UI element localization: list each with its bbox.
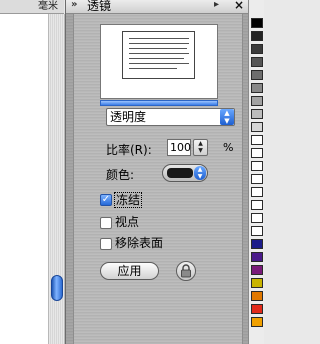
collapse-arrows-icon[interactable]: » (71, 0, 77, 10)
palette-swatch[interactable] (251, 265, 263, 275)
palette-swatch[interactable] (251, 304, 263, 314)
chevron-updown-icon[interactable]: ▲ ▼ (194, 166, 206, 180)
viewpoint-label[interactable]: 视点 (115, 215, 139, 229)
palette-swatch[interactable] (251, 317, 263, 327)
scrollbar-thumb[interactable] (51, 275, 63, 301)
palette-swatch[interactable] (251, 44, 263, 54)
preview-page-icon (122, 31, 195, 79)
palette-swatch[interactable] (251, 135, 263, 145)
docker-body: 透明度 ▲ ▼ 比率(R): 100 ▲ ▼ % 颜色: ▲ ▼ ✓ 冻结 视点 移除… (73, 14, 243, 344)
palette-swatch[interactable] (251, 213, 263, 223)
palette-swatch[interactable] (251, 148, 263, 158)
apply-button[interactable]: 应用 (100, 262, 159, 280)
viewpoint-checkbox[interactable] (100, 217, 112, 229)
palette-swatch[interactable] (251, 239, 263, 249)
palette-swatch[interactable] (251, 18, 263, 28)
palette-swatch[interactable] (251, 70, 263, 80)
remove-face-checkbox[interactable] (100, 238, 112, 250)
color-picker[interactable]: ▲ ▼ (162, 164, 208, 182)
docker-menu-icon[interactable]: ▸ (214, 0, 219, 10)
palette-swatch[interactable] (251, 200, 263, 210)
chevron-updown-icon[interactable]: ▲ ▼ (220, 109, 234, 125)
palette-swatch[interactable] (251, 174, 263, 184)
palette-swatch[interactable] (251, 31, 263, 41)
palette-swatch[interactable] (251, 96, 263, 106)
palette-swatch[interactable] (251, 291, 263, 301)
lens-preview (100, 24, 218, 99)
remove-face-label[interactable]: 移除表面 (115, 236, 163, 250)
freeze-checkbox[interactable]: ✓ (100, 194, 112, 206)
freeze-label[interactable]: 冻结 (114, 192, 143, 208)
vertical-scrollbar[interactable] (48, 14, 65, 344)
palette-swatch[interactable] (251, 57, 263, 67)
palette-swatch[interactable] (251, 83, 263, 93)
lock-icon (181, 264, 191, 278)
preview-selection-bar (100, 100, 218, 106)
palette-swatch[interactable] (251, 109, 263, 119)
palette-swatch[interactable] (251, 122, 263, 132)
color-swatch (167, 168, 193, 178)
lens-type-select[interactable]: 透明度 ▲ ▼ (106, 108, 235, 126)
lock-button[interactable] (176, 261, 196, 281)
lens-docker: » 透镜 ▸ × 透明度 ▲ ▼ 比率(R): 100 ▲ ▼ % 颜色: ▲ … (65, 0, 249, 344)
ratio-stepper[interactable]: ▲ ▼ (193, 139, 208, 156)
ratio-label: 比率(R): (106, 143, 152, 157)
lens-type-value: 透明度 (110, 110, 147, 124)
docker-titlebar[interactable]: » 透镜 ▸ × (66, 0, 249, 14)
percent-sign: % (223, 141, 234, 154)
document-canvas[interactable] (0, 0, 48, 344)
ratio-field[interactable]: 100 (167, 139, 191, 156)
palette-swatch[interactable] (251, 187, 263, 197)
ratio-value: 100 (170, 141, 191, 154)
ruler-unit-label: 毫米 (38, 1, 58, 12)
palette-swatch[interactable] (251, 161, 263, 171)
close-icon[interactable]: × (234, 0, 244, 12)
color-label: 颜色: (106, 168, 135, 182)
palette-swatch[interactable] (251, 226, 263, 236)
color-palette (248, 0, 264, 344)
palette-swatch[interactable] (251, 278, 263, 288)
palette-swatch[interactable] (251, 252, 263, 262)
docker-title: 透镜 (87, 0, 112, 13)
horizontal-ruler: 毫米 (0, 0, 64, 14)
